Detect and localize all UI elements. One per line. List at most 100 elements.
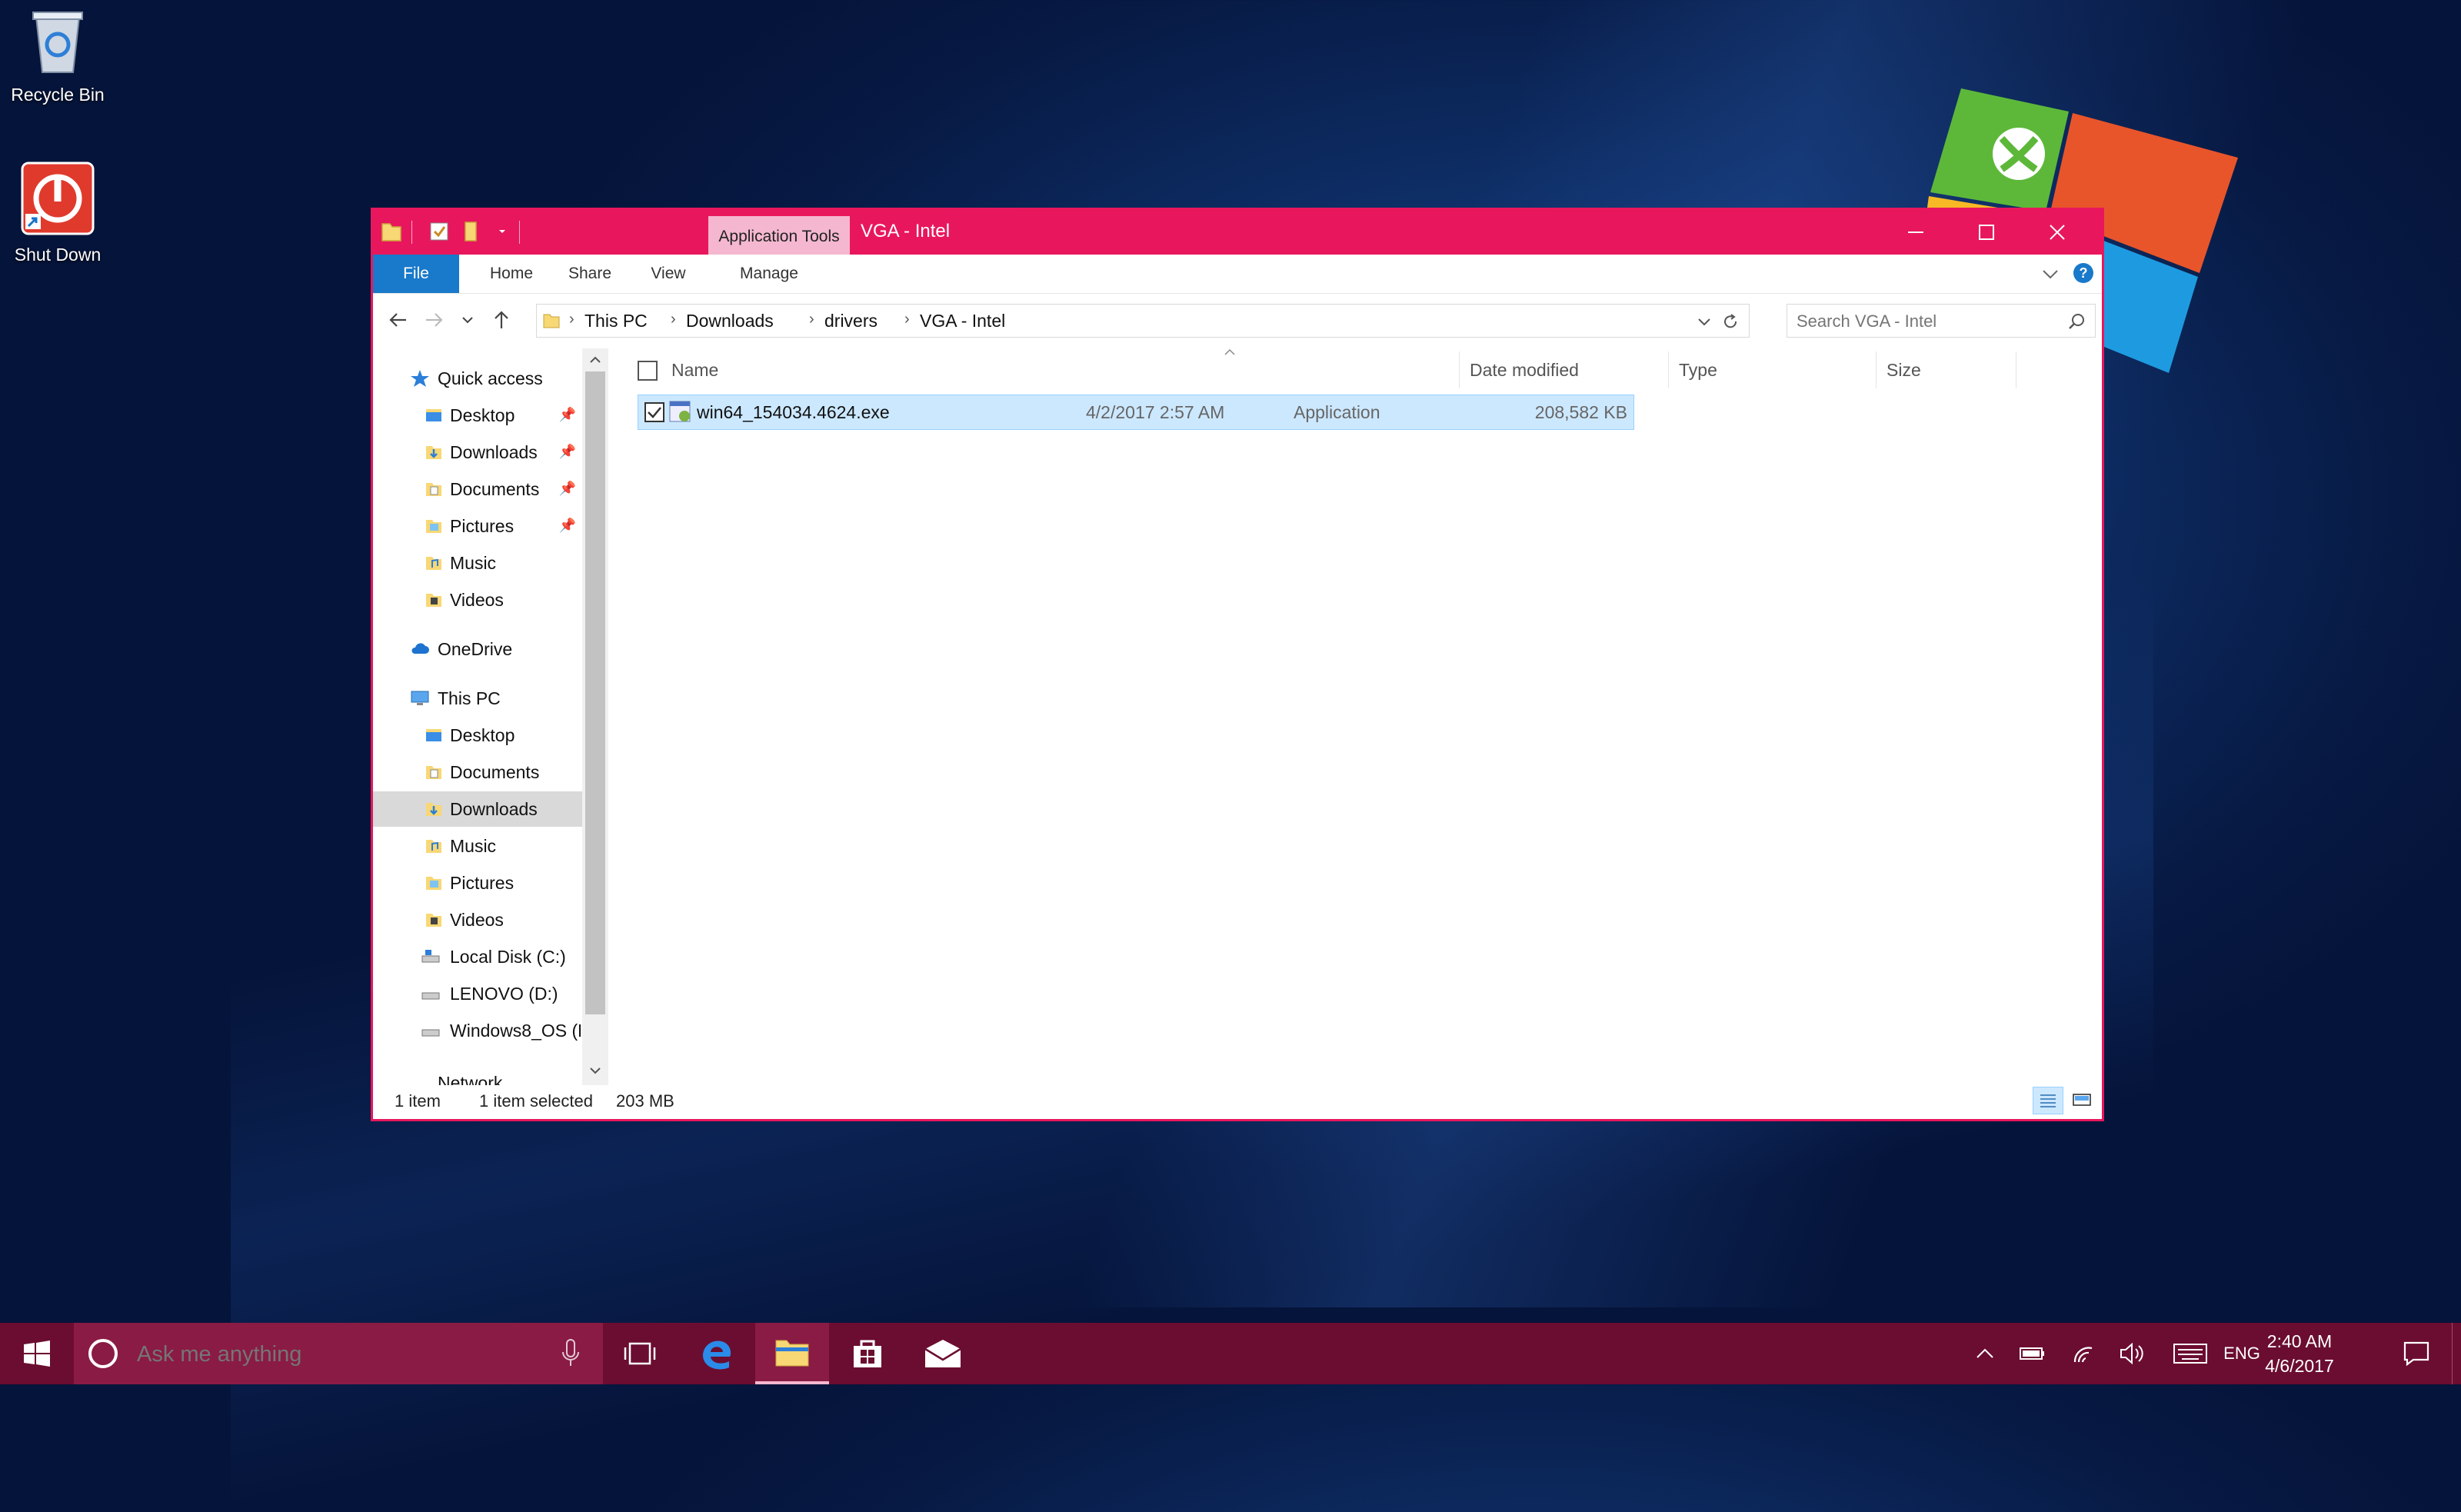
taskbar-edge[interactable] xyxy=(680,1323,754,1384)
task-view-button[interactable] xyxy=(603,1323,677,1384)
nav-quick-downloads[interactable]: Downloads 📌 xyxy=(373,435,582,470)
refresh-icon[interactable] xyxy=(1721,312,1740,331)
minimize-button[interactable] xyxy=(1880,210,1951,255)
show-hidden-icons-button[interactable] xyxy=(1967,1323,2003,1384)
microphone-icon[interactable] xyxy=(560,1338,581,1369)
nav-quick-pictures[interactable]: Pictures 📌 xyxy=(373,508,582,544)
pin-icon[interactable]: 📌 xyxy=(559,481,576,497)
search-box[interactable] xyxy=(1787,304,2096,338)
sort-ascending-icon xyxy=(1224,348,1235,355)
nav-quick-music[interactable]: Music xyxy=(373,545,582,581)
new-folder-icon[interactable] xyxy=(461,219,485,244)
minimize-icon xyxy=(1908,231,1923,233)
clock[interactable]: 2:40 AM 4/6/2017 xyxy=(2257,1329,2342,1378)
cortana-search-box[interactable] xyxy=(74,1323,603,1384)
input-language[interactable]: ENG xyxy=(2223,1323,2260,1384)
taskbar-file-explorer[interactable] xyxy=(755,1323,829,1384)
nav-quick-videos[interactable]: Videos xyxy=(373,582,582,618)
row-checkbox-checked[interactable] xyxy=(644,402,664,422)
desktop-icon-shut-down[interactable]: Shut Down xyxy=(0,162,115,265)
nav-quick-documents[interactable]: Documents 📌 xyxy=(373,471,582,507)
properties-icon[interactable] xyxy=(427,219,451,244)
search-input[interactable] xyxy=(1795,309,2060,334)
scroll-up-icon[interactable] xyxy=(588,353,602,367)
nav-windows8-os-e[interactable]: Windows8_OS (E xyxy=(373,1013,582,1048)
show-desktop-button[interactable] xyxy=(2452,1323,2461,1384)
search-icon xyxy=(2069,314,2084,329)
nav-quick-desktop[interactable]: Desktop 📌 xyxy=(373,398,582,433)
file-type: Application xyxy=(1294,402,1380,422)
tab-file[interactable]: File xyxy=(373,255,459,293)
column-divider[interactable] xyxy=(1668,351,1669,388)
touch-keyboard-button[interactable] xyxy=(2167,1323,2213,1384)
network-status[interactable] xyxy=(2066,1323,2101,1384)
breadcrumb-drivers[interactable]: drivers xyxy=(824,311,878,331)
nav-pc-downloads[interactable]: Downloads xyxy=(373,791,582,827)
pin-icon[interactable]: 📌 xyxy=(559,407,576,423)
desktop-icon-recycle-bin[interactable]: Recycle Bin xyxy=(0,6,115,105)
taskbar-store[interactable] xyxy=(831,1323,904,1384)
action-center-button[interactable] xyxy=(2392,1323,2441,1384)
column-header-name[interactable]: Name xyxy=(671,348,718,391)
recent-locations-button[interactable] xyxy=(455,307,481,333)
cortana-search-input[interactable] xyxy=(135,1338,538,1370)
status-selected: 1 item selected xyxy=(479,1091,593,1111)
address-bar[interactable]: › This PC › Downloads › drivers › VGA - … xyxy=(536,304,1750,338)
volume-control[interactable] xyxy=(2115,1323,2150,1384)
downloads-folder-icon xyxy=(426,446,441,459)
documents-folder-icon xyxy=(426,766,441,779)
pin-icon[interactable]: 📌 xyxy=(559,444,576,460)
nav-scrollbar[interactable] xyxy=(582,348,608,1085)
select-all-checkbox[interactable] xyxy=(638,361,658,381)
nav-onedrive[interactable]: OneDrive xyxy=(373,631,582,667)
start-button[interactable] xyxy=(0,1323,74,1384)
taskbar-mail[interactable] xyxy=(906,1323,980,1384)
tab-manage[interactable]: Manage xyxy=(727,255,811,293)
file-date-modified: 4/2/2017 2:57 AM xyxy=(1086,402,1225,422)
maximize-button[interactable] xyxy=(1951,210,2022,255)
nav-pc-desktop[interactable]: Desktop xyxy=(373,718,582,753)
chevron-down-icon[interactable] xyxy=(1697,314,1712,329)
details-view-button[interactable] xyxy=(2033,1087,2063,1114)
nav-pc-pictures[interactable]: Pictures xyxy=(373,865,582,901)
column-header-size[interactable]: Size xyxy=(1887,348,1921,391)
large-icons-view-button[interactable] xyxy=(2066,1087,2097,1114)
tab-share[interactable]: Share xyxy=(551,255,628,293)
customize-toolbar-icon[interactable] xyxy=(490,219,515,244)
pin-icon[interactable]: 📌 xyxy=(559,518,576,534)
expand-ribbon-button[interactable] xyxy=(2040,264,2060,288)
nav-pc-music[interactable]: Music xyxy=(373,828,582,864)
pictures-folder-icon xyxy=(426,520,441,533)
file-explorer-icon xyxy=(775,1340,809,1367)
nav-lenovo-d[interactable]: LENOVO (D:) xyxy=(373,976,582,1011)
up-button[interactable] xyxy=(488,307,515,333)
nav-network[interactable]: Network xyxy=(373,1050,582,1085)
title-bar[interactable]: Application Tools VGA - Intel xyxy=(373,210,2102,255)
back-button[interactable] xyxy=(385,307,411,333)
close-button[interactable] xyxy=(2022,210,2093,255)
column-divider[interactable] xyxy=(1876,351,1877,388)
column-divider[interactable] xyxy=(1459,351,1460,388)
forward-button[interactable] xyxy=(421,307,447,333)
nav-pc-videos[interactable]: Videos xyxy=(373,902,582,938)
scroll-down-icon[interactable] xyxy=(588,1064,602,1077)
tab-view[interactable]: View xyxy=(630,255,707,293)
breadcrumb-downloads[interactable]: Downloads xyxy=(686,311,774,331)
nav-pc-documents[interactable]: Documents xyxy=(373,754,582,790)
help-button[interactable]: ? xyxy=(2073,262,2094,288)
nav-label: Documents xyxy=(450,762,540,782)
column-header-date-modified[interactable]: Date modified xyxy=(1470,348,1579,391)
scrollbar-thumb[interactable] xyxy=(585,371,605,1014)
tab-home[interactable]: Home xyxy=(473,255,550,293)
breadcrumb-vga-intel[interactable]: VGA - Intel xyxy=(920,311,1005,331)
file-row[interactable]: win64_154034.4624.exe 4/2/2017 2:57 AM A… xyxy=(638,395,1634,430)
breadcrumb-this-pc[interactable]: This PC xyxy=(584,311,648,331)
clock-time: 2:40 AM xyxy=(2266,1331,2333,1351)
nav-this-pc[interactable]: This PC xyxy=(373,681,582,716)
nav-quick-access[interactable]: Quick access xyxy=(373,361,582,396)
videos-folder-icon xyxy=(426,914,441,927)
battery-status[interactable] xyxy=(2015,1323,2050,1384)
column-header-type[interactable]: Type xyxy=(1679,348,1717,391)
application-tools-tab[interactable]: Application Tools xyxy=(708,216,850,255)
nav-local-disk-c[interactable]: Local Disk (C:) xyxy=(373,939,582,974)
